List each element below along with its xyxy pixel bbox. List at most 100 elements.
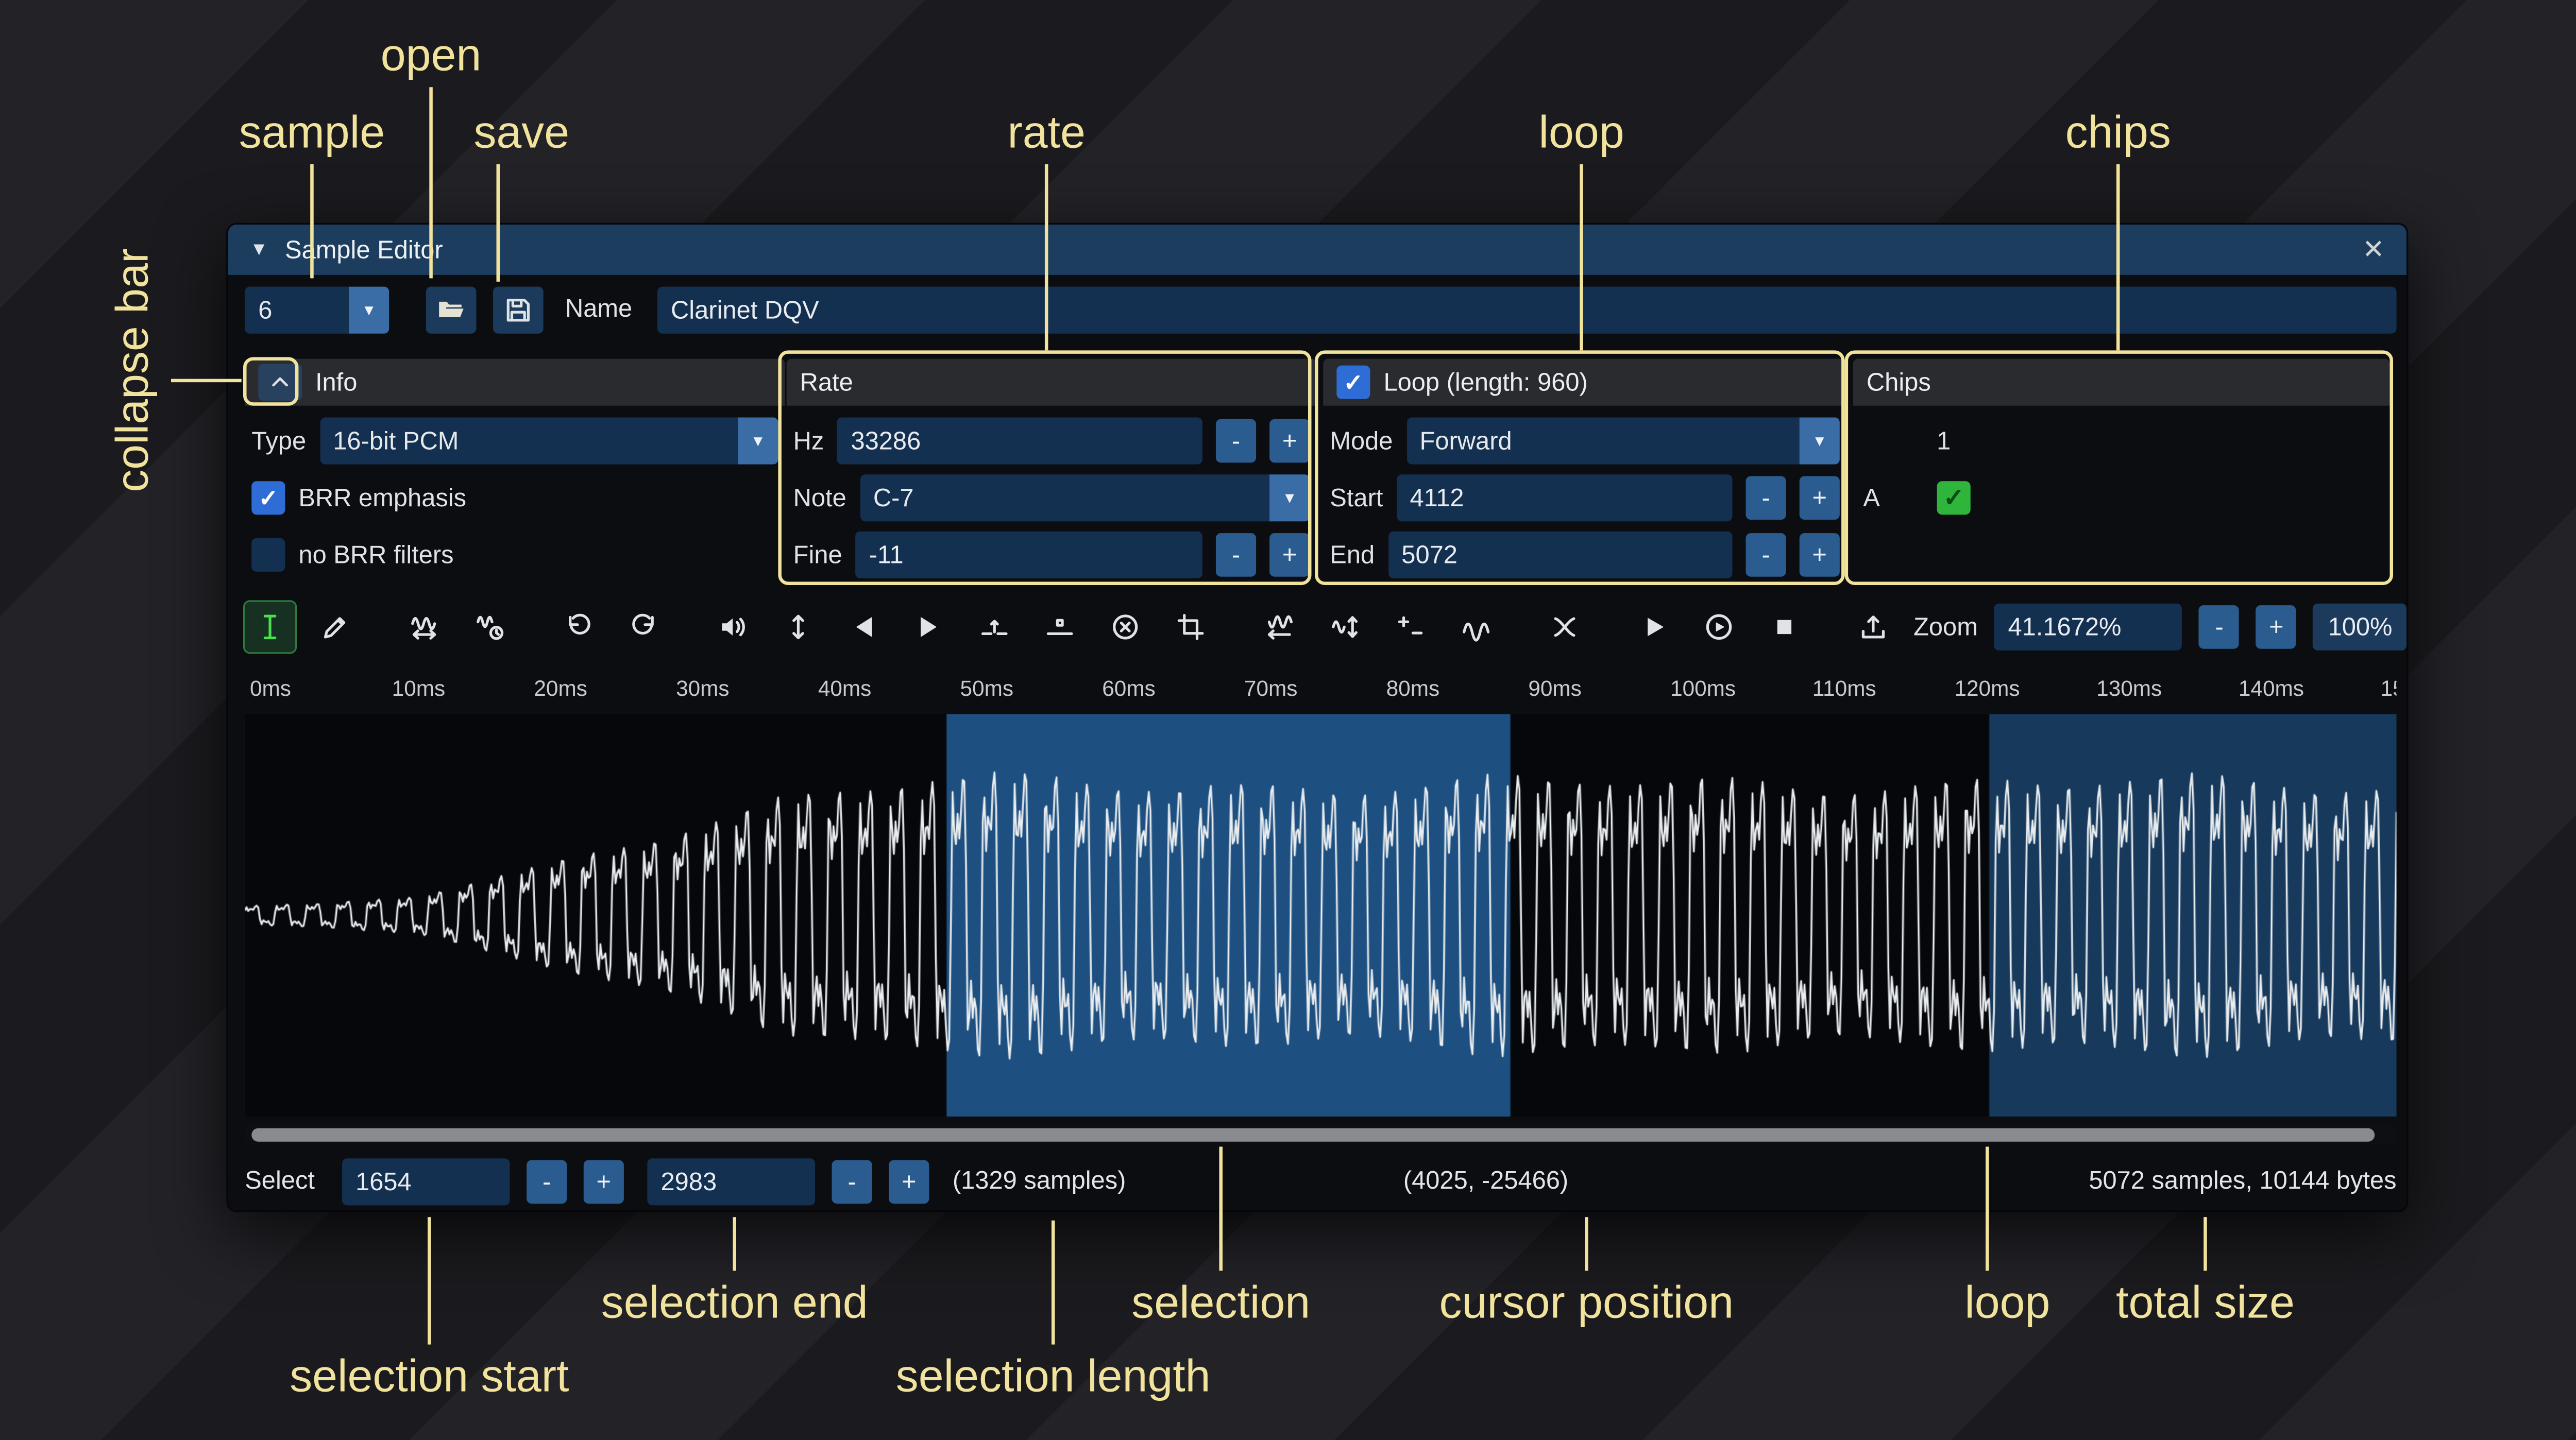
dropdown-arrow-icon[interactable]: ▼ <box>349 287 389 334</box>
waveform-scrollbar[interactable] <box>245 1125 2396 1145</box>
annotation-line-save <box>497 164 500 282</box>
hz-increase-button[interactable]: + <box>1269 419 1310 463</box>
waveform-display[interactable] <box>245 714 2396 1117</box>
annotation-line-chips <box>2116 164 2120 350</box>
undo-button[interactable] <box>553 602 604 653</box>
save-sample-button[interactable] <box>493 287 544 334</box>
sample-slot-select[interactable]: 6 ▼ <box>245 287 389 334</box>
reset-zoom-button[interactable]: 100% <box>2313 604 2407 650</box>
sample-name-input[interactable]: Clarinet DQV <box>657 287 2397 334</box>
chips-header: Chips <box>1853 359 2390 406</box>
fade-out-button[interactable] <box>904 602 954 653</box>
loop-header: ✓ Loop (length: 960) <box>1323 359 1846 406</box>
chip-a-checkbox[interactable]: ✓ <box>1937 481 1971 515</box>
loop-mode-select[interactable]: Forward ▼ <box>1406 418 1840 465</box>
apply-silence-button[interactable] <box>1035 602 1085 653</box>
window-title: Sample Editor <box>285 235 443 264</box>
brr-emphasis-checkbox[interactable]: ✓ <box>251 481 285 515</box>
resize-button[interactable] <box>399 602 450 653</box>
dropdown-arrow-icon[interactable]: ▼ <box>738 418 778 465</box>
annotation-line-selection <box>1219 1146 1223 1271</box>
selection-end-increase-button[interactable]: + <box>889 1160 929 1204</box>
rate-panel: Rate Hz 33286 - + Note C-7 ▼ Fine -11 - … <box>787 359 1317 582</box>
window-collapse-icon[interactable]: ▼ <box>250 239 268 260</box>
loop-start-input[interactable]: 4112 <box>1396 474 1732 521</box>
annotation-line-selection-start <box>428 1217 431 1344</box>
rate-title: Rate <box>800 368 853 396</box>
loop-end-increase-button[interactable]: + <box>1800 533 1840 577</box>
zoom-decrease-button[interactable]: - <box>2199 605 2240 649</box>
hz-decrease-button[interactable]: - <box>1216 419 1256 463</box>
folder-open-icon <box>436 295 466 325</box>
note-select[interactable]: C-7 ▼ <box>860 474 1310 521</box>
import-button[interactable] <box>1848 602 1899 653</box>
selection-end-decrease-button[interactable]: - <box>832 1160 872 1204</box>
invert-button[interactable] <box>1320 602 1370 653</box>
loop-enable-checkbox[interactable]: ✓ <box>1336 366 1370 399</box>
no-brr-filters-checkbox[interactable] <box>251 538 285 572</box>
resample-button[interactable] <box>465 602 515 653</box>
waveform-canvas[interactable] <box>245 714 2396 1117</box>
loop-start-decrease-button[interactable]: - <box>1746 476 1786 520</box>
annotation-total-size: total size <box>2116 1277 2295 1329</box>
annotation-save: save <box>473 107 569 159</box>
zoom-input[interactable]: 41.1672% <box>1994 604 2182 650</box>
fine-decrease-button[interactable]: - <box>1216 533 1256 577</box>
collapse-info-button[interactable] <box>258 364 302 401</box>
draw-tool-button[interactable] <box>310 602 361 653</box>
preview-loop-button[interactable] <box>1694 602 1744 653</box>
vertical-arrows-icon <box>783 612 814 642</box>
open-sample-button[interactable] <box>426 287 477 334</box>
chips-title: Chips <box>1867 368 1931 396</box>
loop-end-input[interactable]: 5072 <box>1388 532 1732 578</box>
selection-end-input[interactable]: 2983 <box>647 1158 815 1205</box>
selection-start-increase-button[interactable]: + <box>584 1160 624 1204</box>
window-titlebar[interactable]: ▼ Sample Editor ✕ <box>228 225 2406 275</box>
delete-button[interactable] <box>1100 602 1150 653</box>
sample-type-select[interactable]: 16-bit PCM ▼ <box>319 418 778 465</box>
selection-start-decrease-button[interactable]: - <box>527 1160 567 1204</box>
preview-button[interactable] <box>1629 602 1679 653</box>
stop-button[interactable] <box>1759 602 1810 653</box>
floppy-save-icon <box>503 295 534 325</box>
invert-waveform-icon <box>1330 612 1360 642</box>
insert-silence-button[interactable] <box>969 602 1020 653</box>
crossfade-loop-button[interactable] <box>1539 602 1590 653</box>
loop-end-decrease-button[interactable]: - <box>1746 533 1786 577</box>
amplify-button[interactable] <box>708 602 758 653</box>
annotation-selection: selection <box>1131 1277 1310 1329</box>
dropdown-arrow-icon[interactable]: ▼ <box>1269 474 1310 521</box>
loop-start-increase-button[interactable]: + <box>1800 476 1840 520</box>
annotation-selection-start: selection start <box>290 1351 569 1403</box>
select-tool-button[interactable] <box>245 602 295 653</box>
info-panel: Info Type 16-bit PCM ▼ ✓ BRR emphasis no… <box>245 359 785 582</box>
resize-waveform-icon <box>409 612 439 642</box>
annotation-cursor-position: cursor position <box>1439 1277 1734 1329</box>
close-button[interactable]: ✕ <box>2362 233 2385 266</box>
filter-button[interactable] <box>1451 602 1501 653</box>
scrollbar-thumb[interactable] <box>251 1128 2375 1142</box>
dropdown-arrow-icon[interactable]: ▼ <box>1800 418 1840 465</box>
normalize-button[interactable] <box>773 602 824 653</box>
redo-icon <box>629 612 659 642</box>
brr-emphasis-label: BRR emphasis <box>298 484 466 512</box>
info-header: Info <box>245 359 785 406</box>
fade-in-button[interactable] <box>839 602 889 653</box>
zoom-increase-button[interactable]: + <box>2256 605 2296 649</box>
crop-icon <box>1176 612 1206 642</box>
trim-button[interactable] <box>1165 602 1216 653</box>
timeline-ruler[interactable]: 0ms10ms20ms30ms40ms50ms60ms70ms80ms90ms1… <box>245 664 2396 711</box>
loop-mode-value: Forward <box>1406 418 1800 465</box>
hz-input[interactable]: 33286 <box>837 418 1202 465</box>
reverse-button[interactable] <box>1255 602 1305 653</box>
ruler-tick: 0ms <box>250 676 291 701</box>
fine-increase-button[interactable]: + <box>1269 533 1310 577</box>
redo-button[interactable] <box>619 602 669 653</box>
ruler-tick: 20ms <box>534 676 587 701</box>
sign-button[interactable] <box>1385 602 1436 653</box>
annotation-line-total-size <box>2204 1217 2207 1271</box>
selection-start-input[interactable]: 1654 <box>342 1158 510 1205</box>
undo-icon <box>564 612 594 642</box>
info-title: Info <box>315 368 357 396</box>
fine-input[interactable]: -11 <box>856 532 1202 578</box>
